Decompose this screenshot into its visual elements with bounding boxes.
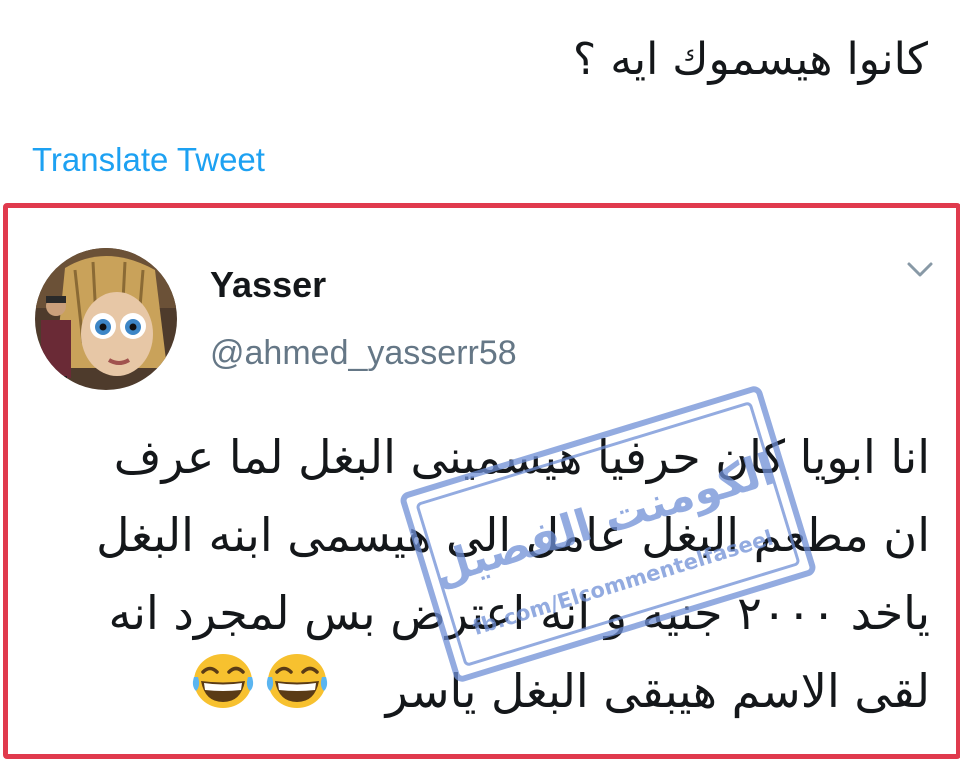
display-name[interactable]: Yasser (210, 263, 326, 307)
chevron-down-icon[interactable] (904, 258, 936, 282)
user-handle[interactable]: @ahmed_yasserr58 (210, 332, 517, 374)
avatar-image (35, 248, 177, 390)
quoted-tweet-card[interactable]: Yasser @ahmed_yasserr58 انا ابويا كان حر… (3, 203, 960, 759)
laughing-emoji-icon (265, 650, 329, 710)
translate-tweet-link[interactable]: Translate Tweet (32, 140, 265, 180)
laughing-emoji-icon (191, 650, 255, 710)
quoted-tweet-text: انا ابويا كان حرفيا هيسمينى البغل لما عر… (96, 430, 930, 718)
avatar[interactable] (35, 248, 177, 390)
tweet-text: كانوا هيسموك ايه ؟ (572, 34, 928, 85)
